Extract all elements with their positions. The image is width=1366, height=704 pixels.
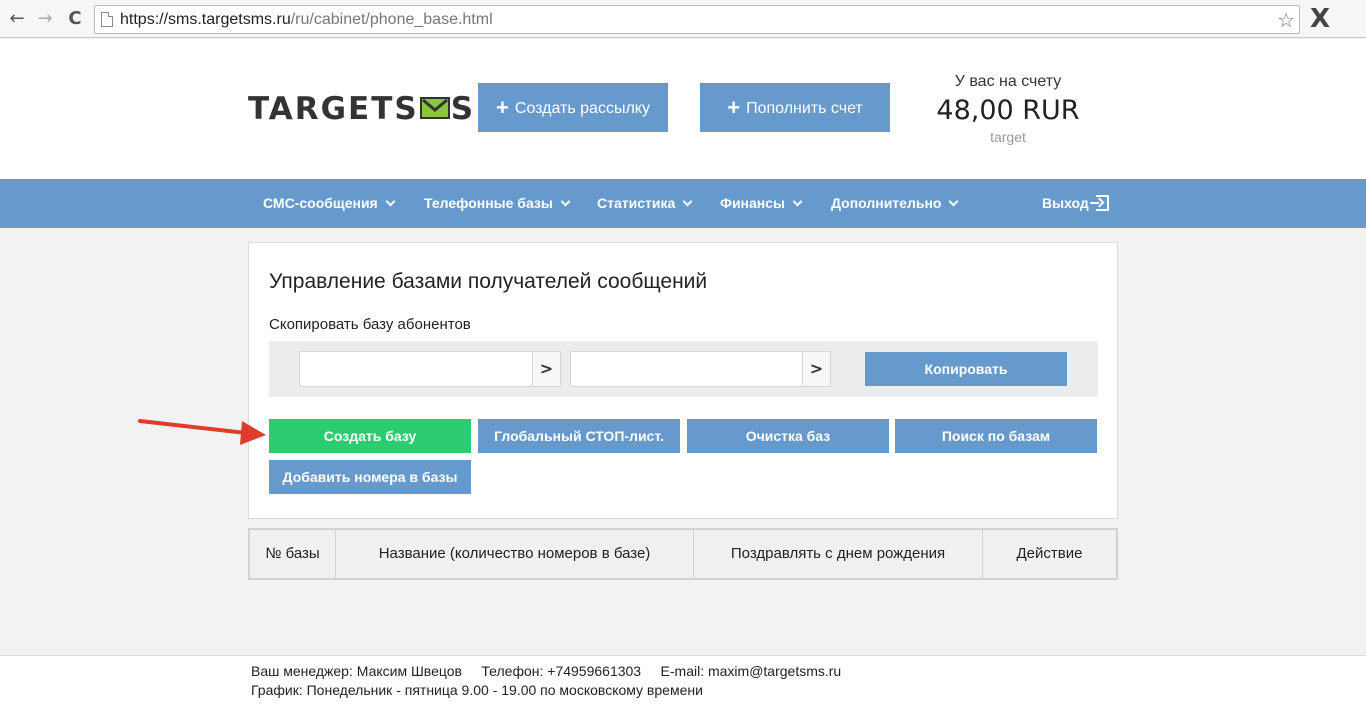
- page-title: Управление базами получателей сообщений: [269, 270, 708, 293]
- nav-item-phone-bases[interactable]: Телефонные базы: [424, 179, 571, 228]
- nav-item-label: Финансы: [720, 195, 785, 211]
- reload-icon[interactable]: C: [64, 8, 86, 30]
- chevron-down-icon: [682, 196, 693, 207]
- plus-icon: +: [496, 95, 509, 120]
- browser-toolbar: ← → C https://sms.targetsms.ru/ru/cabine…: [0, 0, 1366, 38]
- targetsms-logo[interactable]: TARGETS S: [248, 91, 475, 127]
- url-text: https://sms.targetsms.ru/ru/cabinet/phon…: [120, 11, 493, 29]
- add-numbers-button[interactable]: Добавить номера в базы: [269, 460, 471, 494]
- red-arrow-annotation: [138, 419, 266, 445]
- chevron-right-icon[interactable]: >: [802, 352, 830, 386]
- target-base-select[interactable]: >: [570, 351, 831, 387]
- logout-link[interactable]: Выход: [1042, 179, 1109, 228]
- chevron-right-icon[interactable]: >: [532, 352, 560, 386]
- table-header-cell[interactable]: № базы: [250, 530, 336, 578]
- extension-x-icon[interactable]: X: [1310, 4, 1330, 34]
- bookmark-star-icon[interactable]: ☆: [1277, 8, 1295, 32]
- logout-label: Выход: [1042, 195, 1089, 211]
- manager-contacts: Ваш менеджер: Максим Швецов Телефон: +74…: [251, 663, 842, 679]
- nav-item-statistics[interactable]: Статистика: [597, 179, 693, 228]
- chevron-down-icon: [385, 196, 396, 207]
- page-icon: [101, 12, 113, 27]
- copy-base-form: > > Копировать: [269, 341, 1098, 397]
- site-footer: Ваш менеджер: Максим Швецов Телефон: +74…: [0, 655, 1366, 704]
- table-header-cell: Действие: [1016, 545, 1083, 562]
- topup-button[interactable]: + Пополнить счет: [700, 83, 890, 132]
- balance-label: У вас на счету: [954, 73, 1062, 90]
- work-schedule: График: Понедельник - пятница 9.00 - 19.…: [251, 682, 703, 698]
- create-mailing-label: Создать рассылку: [514, 100, 650, 117]
- logo-text-left: TARGETS: [248, 91, 419, 127]
- topup-label: Пополнить счет: [746, 100, 863, 117]
- base-management-panel: Управление базами получателей сообщений …: [248, 242, 1118, 519]
- create-mailing-button[interactable]: + Создать рассылку: [478, 83, 668, 132]
- bases-table: № базы Название (количество номеров в ба…: [248, 528, 1118, 580]
- chevron-down-icon: [792, 196, 803, 207]
- copy-button[interactable]: Копировать: [865, 352, 1067, 386]
- url-path: /ru/cabinet/phone_base.html: [290, 11, 493, 28]
- table-header-cell[interactable]: Поздравлять с днем рождения: [694, 530, 983, 578]
- logo-text-right: S: [450, 91, 476, 127]
- nav-item-finance[interactable]: Финансы: [720, 179, 803, 228]
- nav-item-additional[interactable]: Дополнительно: [831, 179, 959, 228]
- search-bases-button[interactable]: Поиск по базам: [895, 419, 1097, 453]
- site-header: TARGETS S + Создать рассылку + Пополнить сч…: [0, 39, 1366, 179]
- nav-item-label: Телефонные базы: [424, 195, 553, 211]
- chevron-down-icon: [949, 196, 959, 207]
- account-name: target: [990, 129, 1026, 145]
- address-bar[interactable]: https://sms.targetsms.ru/ru/cabinet/phon…: [94, 5, 1300, 34]
- create-base-button[interactable]: Создать базу: [269, 419, 471, 453]
- copy-base-label: Скопировать базу абонентов: [269, 316, 471, 333]
- nav-item-label: Статистика: [597, 195, 676, 211]
- url-host: https://sms.targetsms.ru: [120, 11, 291, 28]
- nav-item-label: СМС-сообщения: [263, 195, 378, 211]
- balance-value: 48,00 RUR: [936, 95, 1080, 126]
- forward-arrow-icon[interactable]: →: [34, 8, 56, 30]
- plus-icon: +: [727, 95, 741, 120]
- source-base-select[interactable]: >: [299, 351, 561, 387]
- clear-bases-button[interactable]: Очистка баз: [687, 419, 889, 453]
- nav-item-label: Дополнительно: [831, 195, 942, 211]
- main-nav: СМС-сообщения Телефонные базы Статистика…: [0, 179, 1366, 228]
- back-arrow-icon[interactable]: ←: [6, 8, 28, 30]
- nav-item-sms[interactable]: СМС-сообщения: [263, 179, 396, 228]
- logout-icon: [1089, 195, 1109, 211]
- global-stop-list-button[interactable]: Глобальный СТОП-лист.: [478, 419, 680, 453]
- table-header-cell[interactable]: Название (количество номеров в базе): [336, 530, 694, 578]
- envelope-icon: [419, 96, 450, 119]
- chevron-down-icon: [560, 196, 571, 207]
